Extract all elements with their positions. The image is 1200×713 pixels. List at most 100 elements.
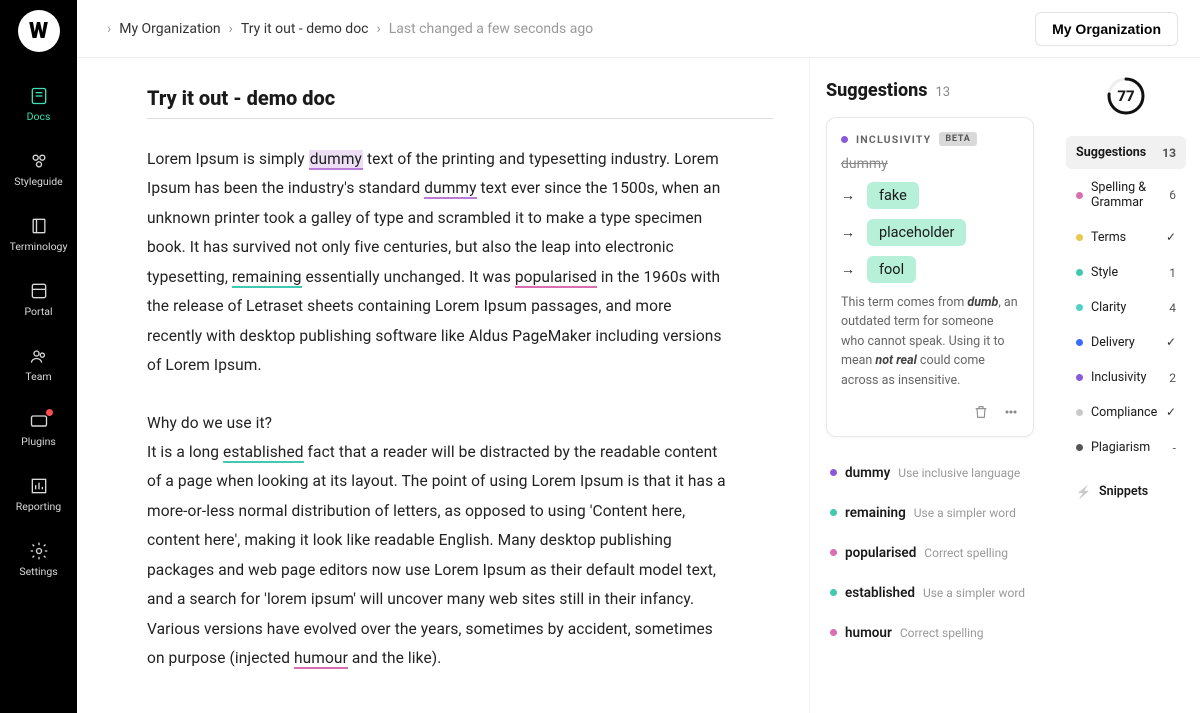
breadcrumb-org[interactable]: My Organization: [119, 21, 220, 37]
check-icon: [1166, 335, 1176, 350]
suggestion-word: dummy: [845, 465, 890, 481]
topbar: › My Organization › Try it out - demo do…: [77, 0, 1200, 58]
category-dot: [1076, 444, 1083, 451]
arrow-right-icon: →: [841, 224, 855, 241]
category-dot: [841, 136, 848, 143]
category-label: INCLUSIVITY: [856, 133, 931, 146]
suggestion-row[interactable]: humour Correct spelling: [826, 613, 1034, 653]
category-dot: [830, 469, 837, 476]
nav-terminology[interactable]: Terminology: [0, 202, 77, 267]
editor[interactable]: Try it out - demo doc Lorem Ipsum is sim…: [77, 58, 809, 713]
suggestion-card[interactable]: INCLUSIVITY BETA dummy → fake → placeholde…: [826, 117, 1034, 437]
nav-label: Styleguide: [14, 175, 63, 188]
replacement-chip[interactable]: placeholder: [867, 219, 966, 246]
stats-panel: 77 Suggestions 13 Spelling & Grammar6 Ter…: [1054, 58, 1200, 713]
nav-label: Settings: [19, 565, 57, 578]
nav-label: Terminology: [10, 240, 68, 253]
suggestions-count: 13: [935, 85, 950, 100]
replacement-option[interactable]: → fake: [841, 182, 1019, 209]
portal-icon: [29, 281, 49, 301]
replacement-chip[interactable]: fake: [867, 182, 919, 209]
category-row[interactable]: Inclusivity 2: [1066, 361, 1186, 394]
snippets-button[interactable]: Snippets: [1066, 474, 1186, 509]
category-row[interactable]: Terms: [1066, 221, 1186, 254]
suggestion-word: humour: [845, 625, 892, 641]
nav-team[interactable]: Team: [0, 332, 77, 397]
suggestions-title: Suggestions 13: [826, 80, 1034, 101]
score-value: 77: [1106, 76, 1146, 116]
suggestion-row[interactable]: established Use a simpler word: [826, 573, 1034, 613]
category-dot: [1076, 409, 1083, 416]
nav-docs[interactable]: Docs: [0, 72, 77, 137]
more-icon[interactable]: [1003, 404, 1019, 424]
team-icon: [29, 346, 49, 366]
replacement-option[interactable]: → fool: [841, 256, 1019, 283]
category-count: 4: [1169, 301, 1176, 315]
nav-label: Portal: [24, 305, 52, 318]
category-label: Inclusivity: [1091, 370, 1146, 385]
suggestion-hint: Use a simpler word: [923, 586, 1025, 600]
doc-title[interactable]: Try it out - demo doc: [147, 86, 773, 110]
nav-portal[interactable]: Portal: [0, 267, 77, 332]
breadcrumb-doc[interactable]: Try it out - demo doc: [241, 21, 369, 37]
beta-badge: BETA: [939, 132, 976, 146]
score-circle[interactable]: 77: [1106, 76, 1146, 116]
suggestion-word: remaining: [845, 505, 906, 521]
category-row[interactable]: Style 1: [1066, 256, 1186, 289]
category-dot: [1076, 374, 1083, 381]
original-term: dummy: [841, 156, 1019, 172]
suggestion-word: established: [845, 585, 915, 601]
reporting-icon: [29, 476, 49, 496]
arrow-right-icon: →: [841, 261, 855, 278]
suggestion-hint: Correct spelling: [900, 626, 984, 640]
breadcrumb-status: Last changed a few seconds ago: [389, 21, 593, 37]
title-divider: [147, 118, 773, 119]
styleguide-icon: [29, 151, 49, 171]
category-count: 1: [1169, 266, 1176, 280]
suggestion-row[interactable]: remaining Use a simpler word: [826, 493, 1034, 533]
category-row[interactable]: Clarity4: [1066, 291, 1186, 324]
category-header[interactable]: Suggestions 13: [1066, 136, 1186, 169]
category-row[interactable]: Compliance: [1066, 396, 1186, 429]
category-row[interactable]: Plagiarism-: [1066, 431, 1186, 464]
nav-label: Plugins: [21, 435, 56, 448]
notification-dot: [46, 409, 53, 416]
settings-icon: [29, 541, 49, 561]
category-row[interactable]: Spelling & Grammar6: [1066, 171, 1186, 219]
terminology-icon: [29, 216, 49, 236]
category-label: Plagiarism: [1091, 440, 1150, 455]
nav-settings[interactable]: Settings: [0, 527, 77, 592]
suggestion-row[interactable]: popularisedCorrect spelling: [826, 533, 1034, 573]
category-count: 2: [1169, 371, 1176, 385]
suggestion-row[interactable]: dummyUse inclusive language: [826, 453, 1034, 493]
category-dot: [830, 509, 837, 516]
sidebar: W Docs Styleguide Terminology Portal Tea…: [0, 0, 77, 713]
nav-styleguide[interactable]: Styleguide: [0, 137, 77, 202]
app-logo[interactable]: W: [18, 10, 60, 52]
doc-body[interactable]: Lorem Ipsum is simply dummy text of the …: [147, 145, 727, 673]
category-label: Terms: [1091, 230, 1126, 245]
suggestion-description: This term comes from dumb, an outdated t…: [841, 293, 1019, 390]
nav-reporting[interactable]: Reporting: [0, 462, 77, 527]
trash-icon[interactable]: [973, 404, 989, 424]
chevron-right-icon: ›: [229, 21, 233, 37]
category-dot: [1076, 269, 1083, 276]
nav-plugins[interactable]: Plugins: [0, 397, 77, 462]
suggestions-panel: Suggestions 13 INCLUSIVITY BETA dummy → f…: [809, 58, 1054, 713]
category-count: 6: [1169, 188, 1176, 202]
category-dot: [1076, 304, 1083, 311]
main: › My Organization › Try it out - demo do…: [77, 0, 1200, 713]
nav-label: Docs: [27, 110, 51, 123]
replacement-option[interactable]: → placeholder: [841, 219, 1019, 246]
replacement-chip[interactable]: fool: [867, 256, 916, 283]
chevron-right-icon: ›: [107, 21, 111, 37]
category-dot: [1076, 339, 1083, 346]
suggestion-hint: Use a simpler word: [914, 506, 1016, 520]
category-row[interactable]: Delivery: [1066, 326, 1186, 359]
arrow-right-icon: →: [841, 187, 855, 204]
category-dot: [830, 589, 837, 596]
category-label: Style: [1091, 265, 1118, 280]
category-dot: [830, 549, 837, 556]
org-switcher-button[interactable]: My Organization: [1035, 12, 1178, 46]
nav-label: Reporting: [16, 500, 61, 513]
